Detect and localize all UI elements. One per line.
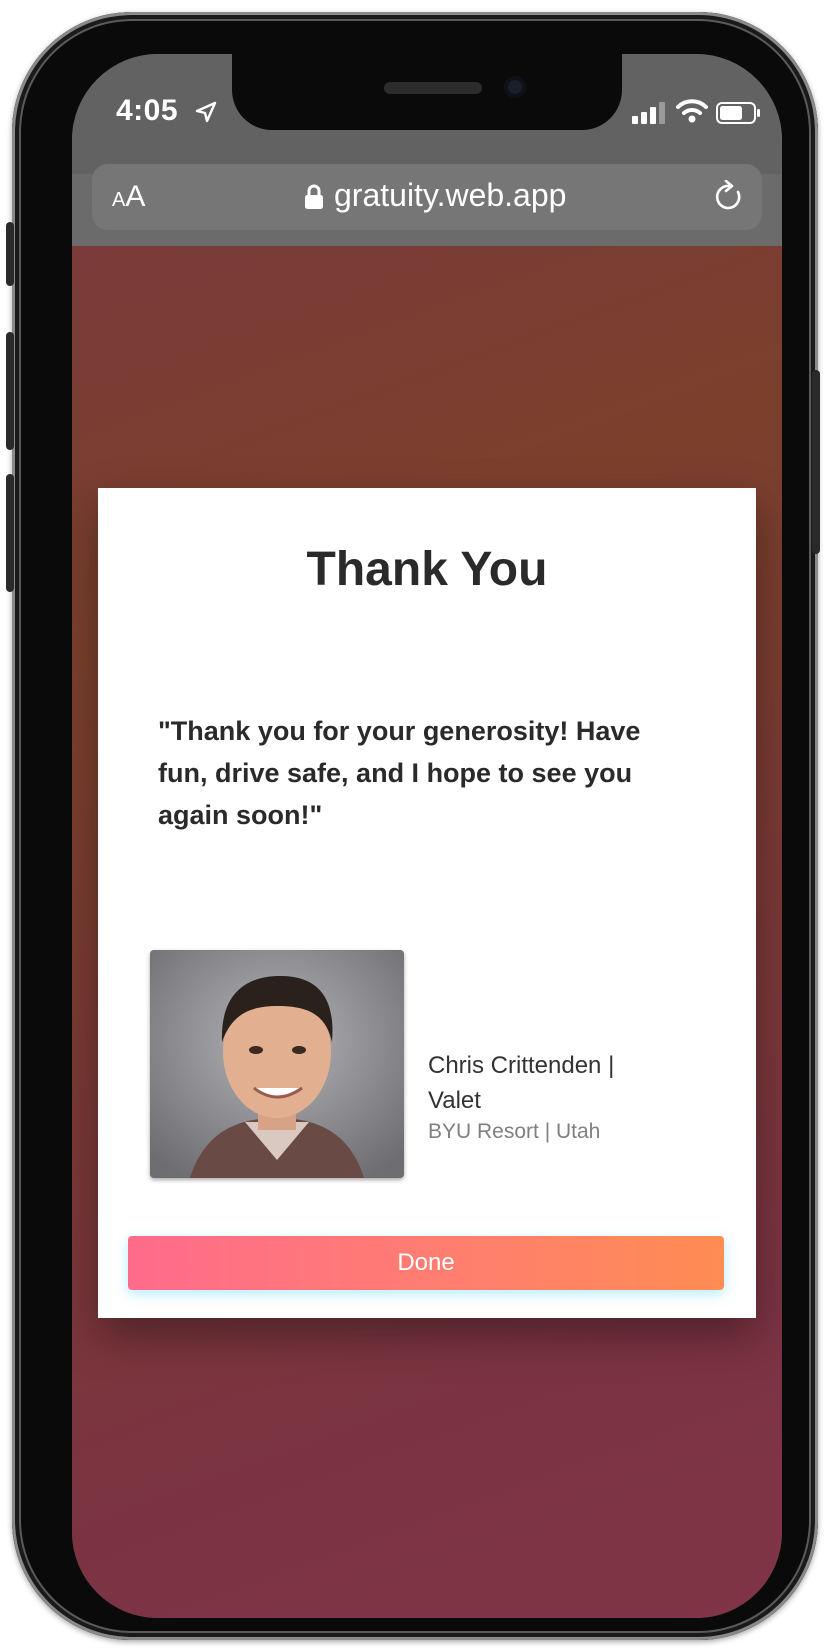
status-bar: 4:05 <box>72 54 782 174</box>
phone-frame: 4:05 AA gratuity.web.app Thank You "Than… <box>6 12 820 1640</box>
text-size-small-a: A <box>112 189 126 211</box>
address-bar[interactable]: AA gratuity.web.app <box>92 164 762 230</box>
thank-you-message: "Thank you for your generosity! Have fun… <box>158 716 641 830</box>
url-text[interactable]: gratuity.web.app <box>334 177 566 214</box>
employee-photo <box>150 950 404 1178</box>
lock-icon <box>305 184 323 209</box>
cellular-signal-icon <box>632 102 665 124</box>
employee-location: BYU Resort | Utah <box>428 1120 601 1143</box>
thank-you-card: Thank You "Thank you for your generosity… <box>98 488 756 1318</box>
page-background: Thank You "Thank you for your generosity… <box>72 246 782 1618</box>
wifi-icon <box>676 99 708 123</box>
volume-up-button <box>6 332 14 450</box>
battery-icon <box>716 102 760 124</box>
front-camera <box>504 76 526 98</box>
notch <box>232 54 622 130</box>
screen: 4:05 AA gratuity.web.app Thank You "Than… <box>72 54 782 1618</box>
status-time: 4:05 <box>116 94 179 127</box>
volume-down-button <box>6 474 14 592</box>
text-size-large-a: A <box>125 180 146 213</box>
speaker <box>384 82 482 94</box>
card-title: Thank You <box>306 543 548 596</box>
text-size-button[interactable]: AA <box>112 180 145 214</box>
side-button <box>6 222 14 286</box>
location-arrow-icon <box>195 101 217 123</box>
power-button <box>812 370 820 554</box>
reload-icon[interactable] <box>712 180 746 214</box>
done-button[interactable]: Done <box>128 1236 724 1290</box>
employee-name-role: Chris Crittenden | Valet <box>428 1052 615 1114</box>
